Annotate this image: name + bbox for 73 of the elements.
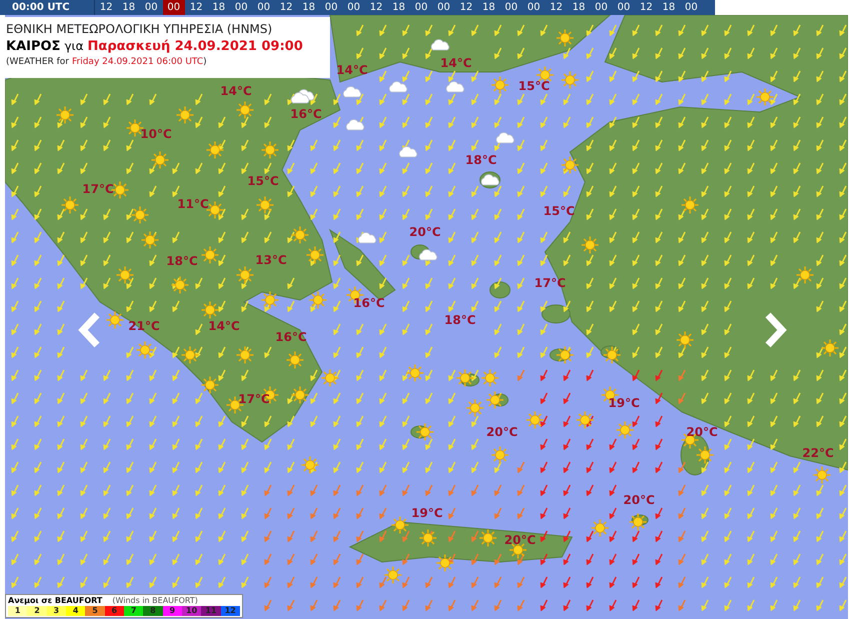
time-slot-tab[interactable]: 18	[208, 0, 230, 15]
time-slot-tab[interactable]: 12	[185, 0, 208, 15]
temperature-label: 18°C	[443, 314, 477, 326]
temperature-label: 18°C	[165, 255, 199, 267]
beaufort-level-swatch: 4	[66, 606, 86, 616]
time-slot-tab[interactable]: 00	[320, 0, 342, 15]
time-slot-tab[interactable]: 18	[478, 0, 500, 15]
temperature-label: 14°C	[439, 57, 473, 69]
weather-for-text: (WEATHER for	[6, 57, 69, 68]
temperature-label: 16°C	[352, 297, 386, 309]
beaufort-level-swatch: 6	[104, 606, 124, 616]
time-slot-tab[interactable]: 00	[410, 0, 432, 15]
time-slot-tab[interactable]: 00	[342, 0, 365, 15]
temperature-label: 19°C	[410, 507, 444, 519]
time-slot-tab[interactable]: 18	[568, 0, 590, 15]
temperature-label: 13°C	[254, 254, 288, 266]
time-slot-tab[interactable]: 00	[230, 0, 252, 15]
temperature-label: 14°C	[219, 85, 253, 97]
beaufort-level-swatch: 1	[8, 606, 28, 616]
legend-title: Ανεμοι σε BEAUFORT	[8, 596, 102, 606]
for-text: για	[64, 39, 84, 54]
temperature-label: 20°C	[503, 534, 537, 546]
time-slot-tab[interactable]: 18	[658, 0, 680, 15]
temperature-label: 15°C	[542, 205, 576, 217]
temperature-label: 20°C	[622, 494, 656, 506]
time-slot-tab[interactable]: 18	[118, 0, 140, 15]
time-slot-tab[interactable]: 12	[365, 0, 388, 15]
temperature-label: 18°C	[464, 154, 498, 166]
utc-date-time: Friday 24.09.2021 06:00 UTC	[72, 57, 204, 68]
temperature-label: 14°C	[207, 320, 241, 332]
beaufort-level-swatch: 9	[162, 606, 182, 616]
beaufort-level-swatch: 8	[143, 606, 163, 616]
beaufort-level-swatch: 5	[85, 606, 105, 616]
time-slot-tab[interactable]: 12	[635, 0, 658, 15]
temperature-label: 16°C	[289, 108, 323, 120]
time-slot-tab[interactable]: 00	[162, 0, 185, 15]
temperature-label: 20°C	[685, 426, 719, 438]
beaufort-level-swatch: 10	[182, 606, 202, 616]
temperature-label: 19°C	[607, 397, 641, 409]
beaufort-level-swatch: 3	[46, 606, 66, 616]
legend-subtitle: (Winds in BEAUFORT)	[112, 596, 198, 606]
beaufort-level-swatch: 11	[201, 606, 221, 616]
beaufort-level-swatch: 7	[124, 606, 144, 616]
temperature-label: 20°C	[408, 226, 442, 238]
time-slot-tab[interactable]: 00	[590, 0, 612, 15]
beaufort-level-swatch: 12	[220, 606, 240, 616]
time-slot-tab[interactable]: 00	[432, 0, 455, 15]
time-slot-tab[interactable]: 00	[252, 0, 275, 15]
local-date-time: Παρασκευή 24.09.2021 09:00	[88, 39, 303, 56]
temperature-label: 14°C	[335, 64, 369, 76]
time-slot-tab[interactable]: 00	[500, 0, 522, 15]
time-slot-tab[interactable]: 12	[455, 0, 478, 15]
temperature-label: 15°C	[517, 80, 551, 92]
temperature-label: 10°C	[139, 128, 173, 140]
temperature-label: 20°C	[485, 426, 519, 438]
time-slot-tab[interactable]: 00	[140, 0, 162, 15]
beaufort-level-swatch: 2	[27, 606, 47, 616]
time-slot-tab[interactable]: 00	[680, 0, 702, 15]
time-slot-tab[interactable]: 12	[545, 0, 568, 15]
time-slot-tab[interactable]: 12	[275, 0, 298, 15]
agency-title: ΕΘΝΙΚΗ ΜΕΤΕΩΡΟΛΟΓΙΚΗ ΥΠΗΡΕΣΙΑ (HNMS)	[6, 22, 274, 37]
time-slot-tab[interactable]: 18	[388, 0, 410, 15]
closing-parenthesis: )	[203, 57, 207, 68]
temperature-label: 11°C	[176, 198, 210, 210]
time-slot-tab[interactable]: 00	[612, 0, 635, 15]
temperature-label: 17°C	[81, 183, 115, 195]
time-slot-tab[interactable]: 00	[522, 0, 545, 15]
time-slot-tab[interactable]: 18	[298, 0, 320, 15]
temperature-label: 17°C	[237, 393, 271, 405]
temperature-label: 22°C	[801, 447, 835, 459]
time-slot-tab[interactable]: 12	[95, 0, 118, 15]
temperature-label: 15°C	[246, 175, 280, 187]
weather-heading: ΚΑΙΡΟΣ	[6, 39, 60, 56]
